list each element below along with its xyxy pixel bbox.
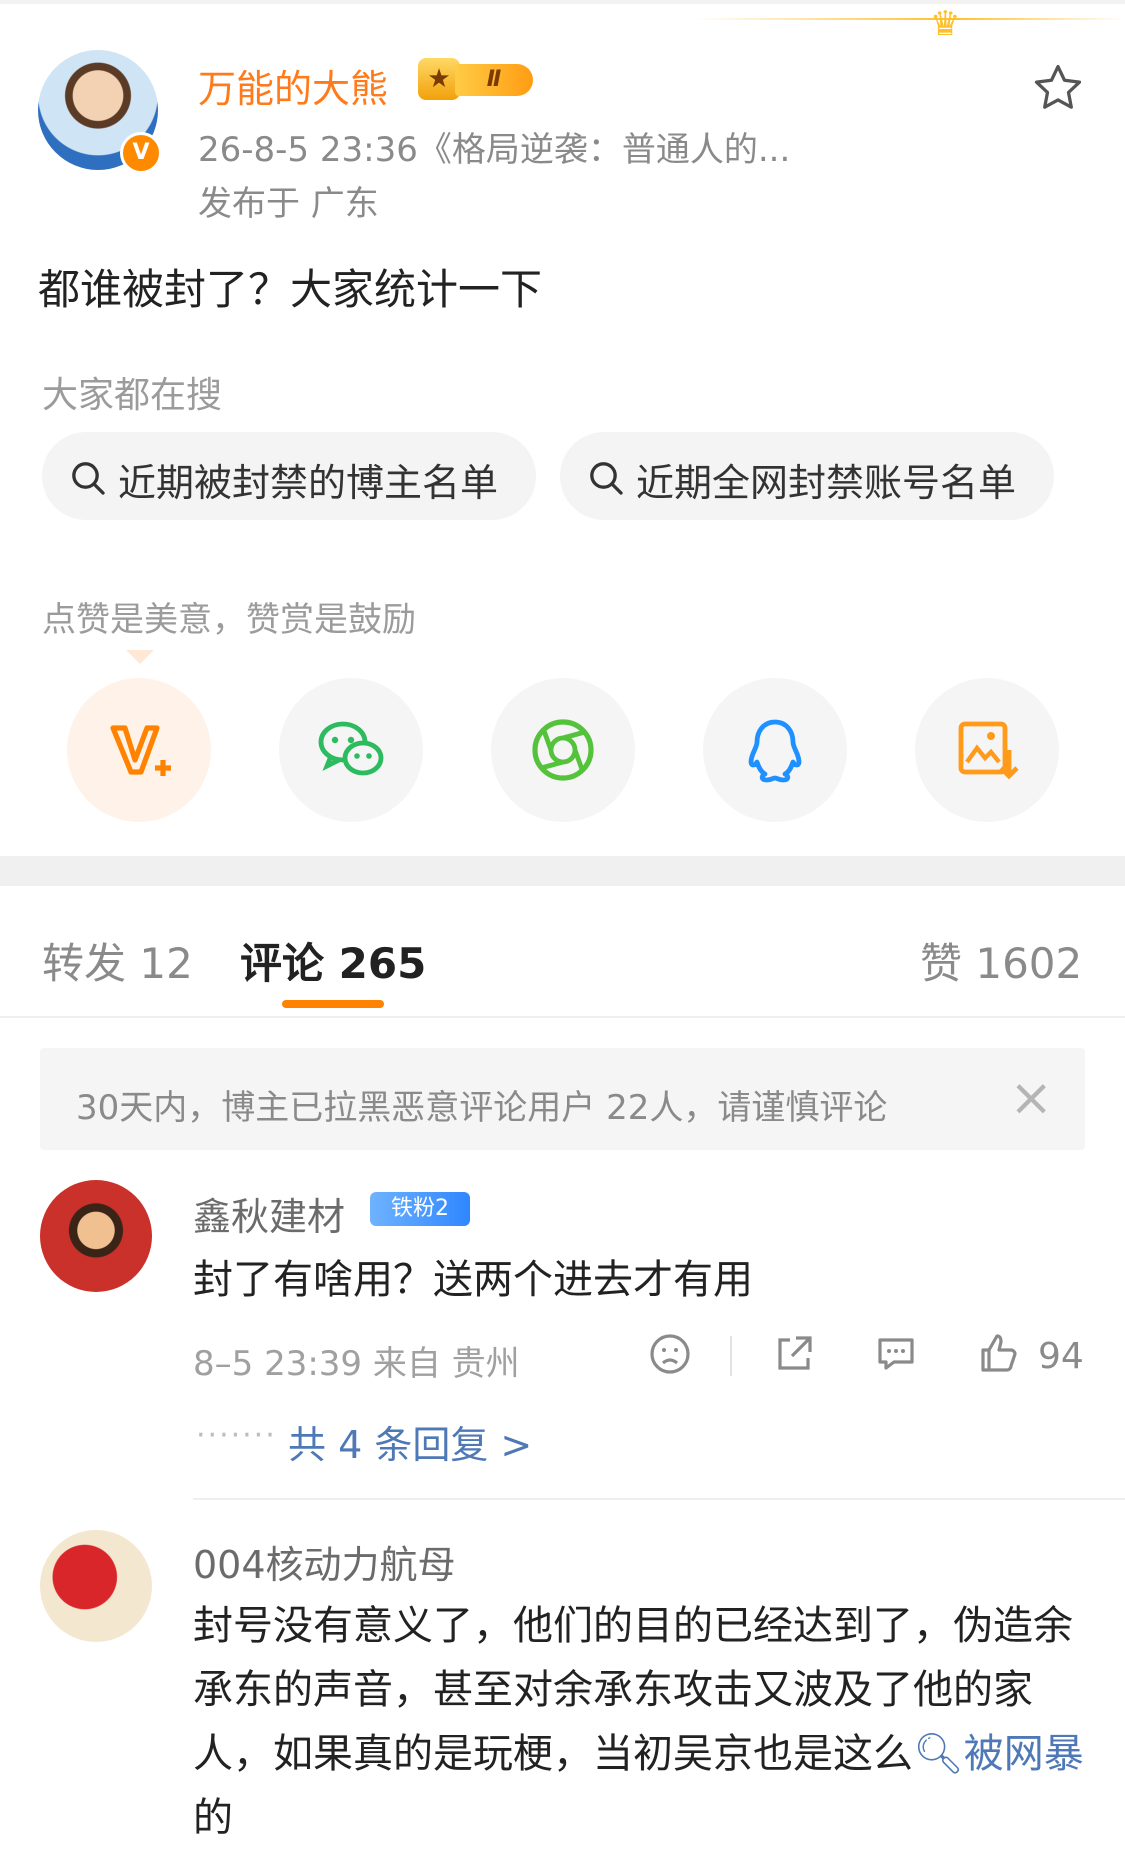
- hot-search-chip-label: 近期全网封禁账号名单: [636, 461, 1017, 505]
- wechat-icon: [318, 721, 384, 776]
- hot-search-label: 大家都在搜: [42, 375, 223, 416]
- like-icon[interactable]: [975, 1330, 1023, 1378]
- search-icon: [72, 462, 105, 495]
- topic-link[interactable]: 被网暴: [964, 1731, 1084, 1777]
- crown-decoration-line: [695, 18, 1125, 20]
- commenter-name[interactable]: 004核动力航母: [193, 1534, 456, 1589]
- crown-icon: ♛: [930, 4, 961, 44]
- share-icon[interactable]: [770, 1330, 818, 1378]
- tab-likes[interactable]: 赞 1602: [920, 930, 1082, 991]
- comment-text-tail: 的: [193, 1795, 233, 1841]
- reply-dots: ·······: [196, 1418, 277, 1453]
- active-tab-indicator: [282, 1000, 384, 1008]
- reward-button[interactable]: [67, 678, 211, 822]
- moments-icon: [532, 719, 594, 781]
- tab-divider: [0, 1016, 1125, 1018]
- tooltip-pointer: [126, 650, 154, 664]
- save-image-icon: [958, 721, 1019, 780]
- tab-repost[interactable]: 转发 12: [42, 930, 193, 991]
- vip-level-badge: Ⅱ: [455, 64, 533, 96]
- post-location: 发布于 广东: [198, 184, 379, 224]
- reward-v-icon: [110, 725, 171, 776]
- post-content: 都谁被封了？大家统计一下: [38, 265, 543, 314]
- share-qq-button[interactable]: [703, 678, 847, 822]
- notice-text: 30天内，博主已拉黑恶意评论用户 22人，请谨慎评论: [76, 1088, 888, 1128]
- share-moments-button[interactable]: [491, 678, 635, 822]
- view-replies-link[interactable]: 共 4 条回复 >: [288, 1414, 532, 1469]
- share-wechat-button[interactable]: [279, 678, 423, 822]
- favorite-star-icon[interactable]: [1030, 60, 1086, 116]
- like-count: 94: [1038, 1336, 1084, 1377]
- comment-text: 封了有啥用？送两个进去才有用: [193, 1257, 753, 1303]
- search-icon: [590, 462, 623, 495]
- close-icon[interactable]: ×: [1009, 1068, 1053, 1128]
- reward-label: 点赞是美意，赞赏是鼓励: [42, 600, 416, 640]
- commenter-avatar[interactable]: [40, 1530, 152, 1642]
- commenter-name[interactable]: 鑫秋建材: [193, 1186, 345, 1241]
- save-image-button[interactable]: [915, 678, 1059, 822]
- section-separator: [0, 856, 1125, 886]
- hot-search-chip[interactable]: 近期全网封禁账号名单: [560, 432, 1054, 520]
- dislike-face-icon[interactable]: [646, 1330, 694, 1378]
- qq-icon: [748, 719, 802, 783]
- hot-search-chip-label: 近期被封禁的博主名单: [118, 461, 499, 505]
- comment-text: 封号没有意义了，他们的目的已经达到了，伪造余承东的声音，甚至对余承东攻击又波及了…: [193, 1594, 1093, 1850]
- comment-divider: [193, 1498, 1125, 1500]
- commenter-avatar[interactable]: [40, 1180, 152, 1292]
- comment-notice: 30天内，博主已拉黑恶意评论用户 22人，请谨慎评论 ×: [40, 1048, 1085, 1150]
- comment-meta: 8–5 23:39 来自 贵州: [193, 1344, 520, 1384]
- author-name[interactable]: 万能的大熊: [198, 58, 388, 113]
- comment-icon[interactable]: [872, 1330, 920, 1378]
- post-meta[interactable]: 26-8-5 23:36《格局逆袭：普通人的...: [198, 122, 790, 171]
- fan-badge: 铁粉2: [370, 1192, 470, 1226]
- tab-comments[interactable]: 评论 265: [240, 930, 426, 991]
- hot-search-chip[interactable]: 近期被封禁的博主名单: [42, 432, 536, 520]
- verified-badge: V: [120, 132, 162, 174]
- vip-crown-icon: ★: [418, 58, 460, 100]
- action-divider: [730, 1336, 732, 1376]
- search-icon: 🔍︎: [913, 1731, 964, 1777]
